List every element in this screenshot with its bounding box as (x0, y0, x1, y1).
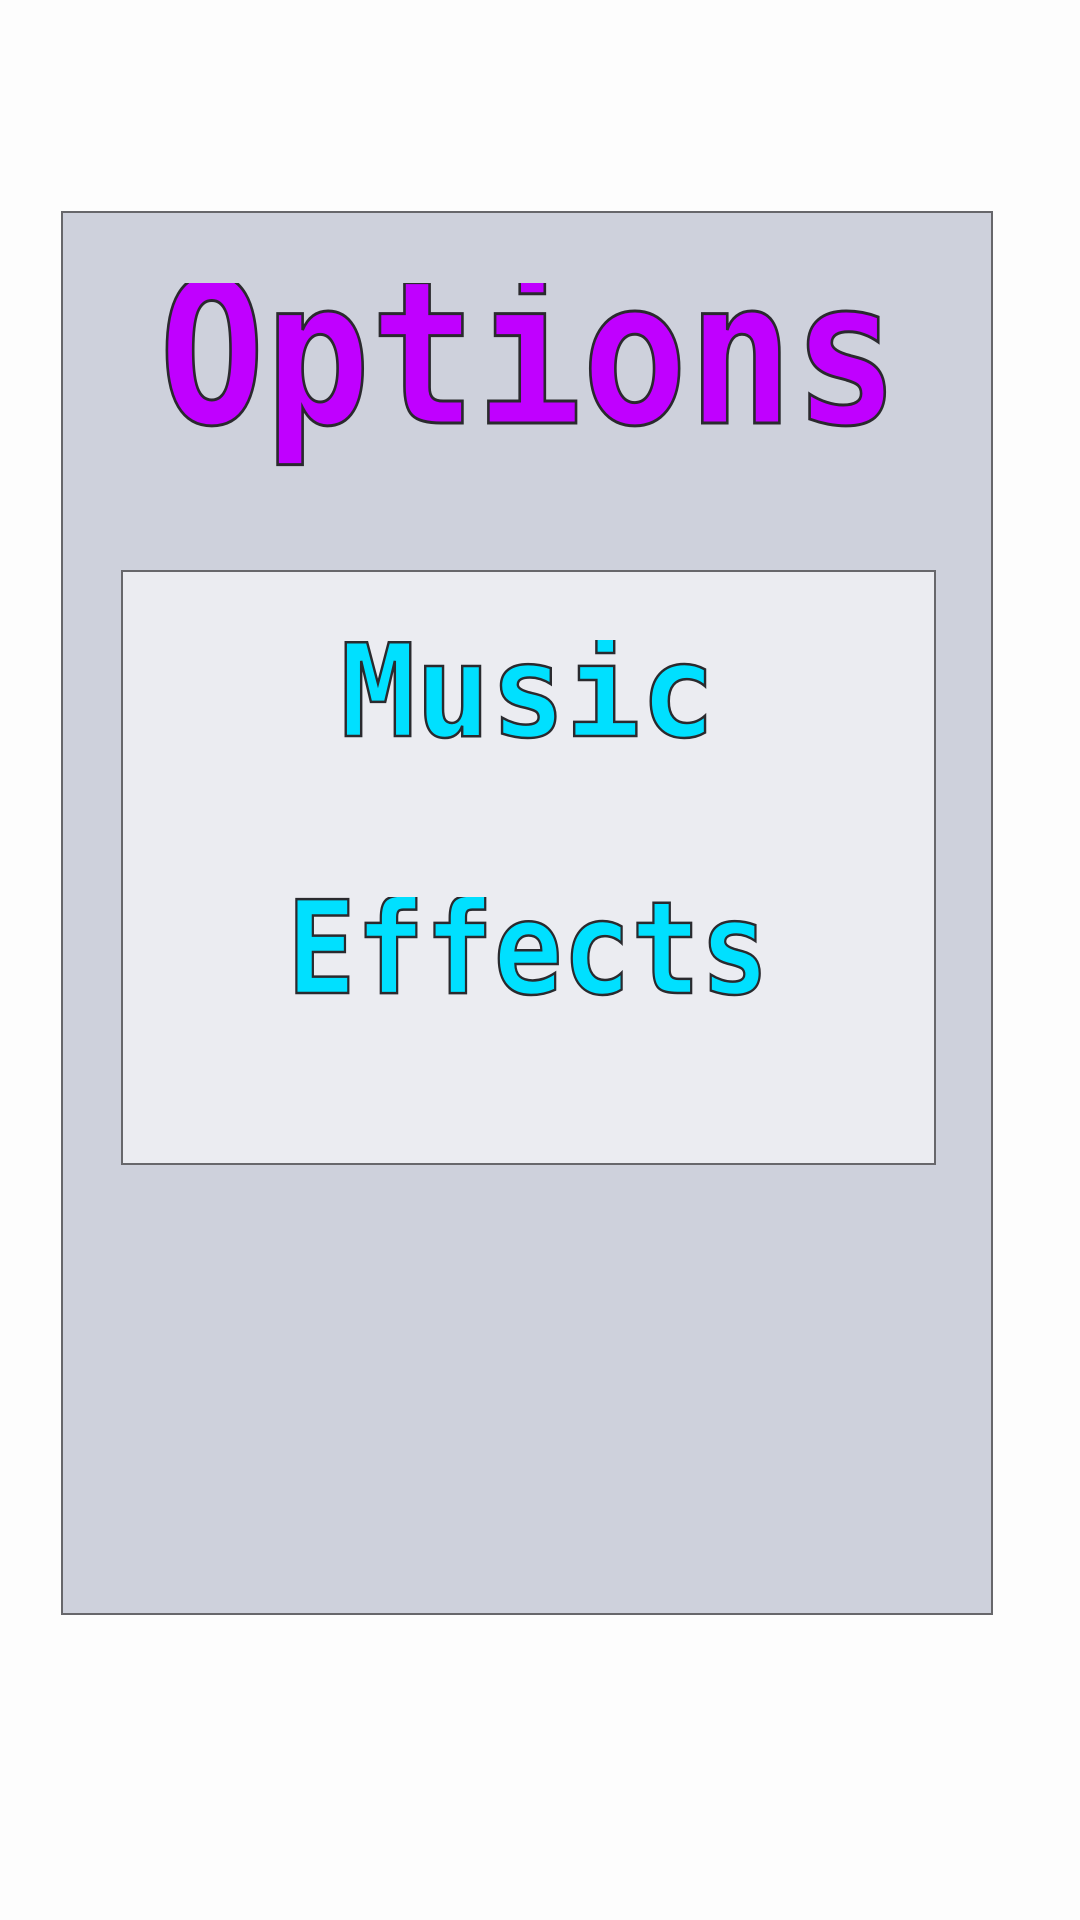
effects-menu-item[interactable]: Effects (123, 897, 934, 1007)
music-label-svg: Music (339, 640, 717, 750)
options-title-svg: Options (158, 283, 901, 473)
menu-box: Music Effects (121, 570, 936, 1165)
options-screen: Options Music Effects (0, 0, 1080, 1920)
music-label: Music (341, 640, 716, 750)
options-title-text: Options (159, 283, 899, 471)
music-menu-item[interactable]: Music (123, 640, 934, 750)
options-title: Options (63, 283, 991, 493)
options-panel: Options Music Effects (61, 211, 993, 1615)
effects-label-svg: Effects (286, 897, 771, 1007)
effects-label: Effects (287, 897, 769, 1007)
